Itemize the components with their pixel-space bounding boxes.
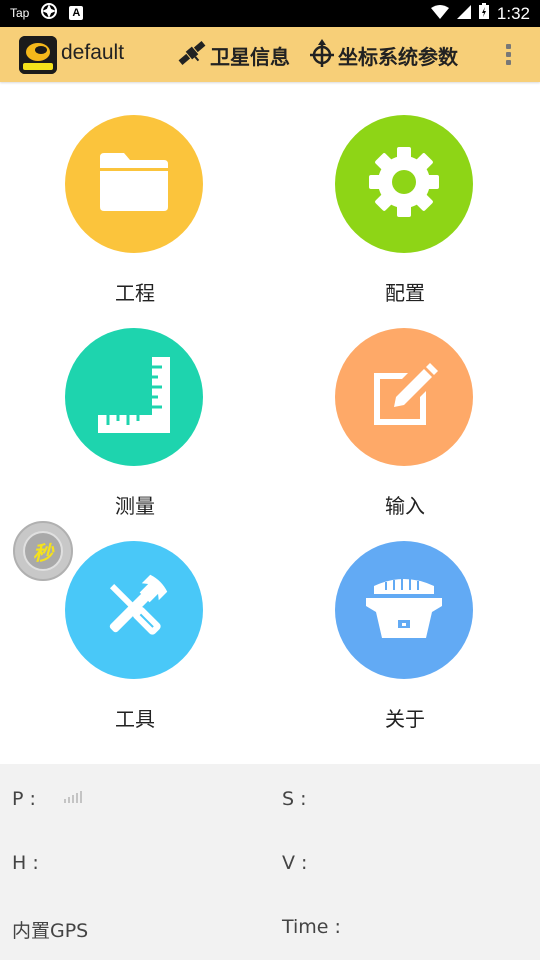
aperture-icon <box>41 3 58 22</box>
coordinate-params-button[interactable]: 坐标系统参数 <box>308 37 458 73</box>
ruler-icon <box>94 355 174 439</box>
p-label: P : <box>12 788 36 810</box>
tile-about-label: 关于 <box>385 707 425 731</box>
coordinate-params-label: 坐标系统参数 <box>338 44 458 69</box>
gnss-receiver-icon <box>364 576 444 644</box>
project-title: default <box>61 41 125 64</box>
status-bar: Tap A 1:32 <box>0 0 540 27</box>
tile-config[interactable]: 配置 <box>270 82 540 305</box>
tile-about-circle <box>335 541 473 679</box>
h-label: H : <box>12 852 39 874</box>
more-vert-icon[interactable] <box>500 41 516 69</box>
s-label: S : <box>282 788 307 810</box>
v-label: V : <box>282 852 308 874</box>
satellite-icon <box>176 37 208 73</box>
app-logo[interactable] <box>19 36 57 74</box>
tools-icon <box>97 571 171 649</box>
status-app-label: Tap <box>10 5 30 20</box>
tile-project[interactable]: 工程 <box>0 82 270 305</box>
status-info-panel: P : S : H : V : 内置GPS Time : <box>0 764 540 960</box>
notification-a-icon: A <box>69 5 84 20</box>
tile-measure-circle <box>65 328 203 466</box>
clock: 1:32 <box>496 3 530 23</box>
crosshair-icon <box>308 37 336 73</box>
app-bar: default 卫星信息 坐标系统参数 <box>0 27 540 82</box>
folder-icon <box>98 151 170 217</box>
floating-quick-button[interactable]: 秒 <box>13 521 73 581</box>
tile-input[interactable]: 输入 <box>270 295 540 518</box>
satellite-info-label: 卫星信息 <box>210 44 290 69</box>
floating-quick-label: 秒 <box>23 531 63 571</box>
wifi-icon <box>430 4 449 24</box>
gear-icon <box>367 145 441 223</box>
tile-measure[interactable]: 测量 <box>0 295 270 518</box>
tile-config-circle <box>335 115 473 253</box>
tile-tools-circle <box>65 541 203 679</box>
satellite-info-button[interactable]: 卫星信息 <box>176 37 290 73</box>
battery-icon <box>478 3 489 24</box>
tile-tools-label: 工具 <box>115 707 155 731</box>
gps-source-label: 内置GPS <box>12 920 89 942</box>
cell-signal-icon <box>456 4 471 24</box>
tile-project-circle <box>65 115 203 253</box>
edit-icon <box>370 361 438 433</box>
signal-bars-icon <box>64 789 82 803</box>
tile-input-circle <box>335 328 473 466</box>
time-label: Time : <box>282 916 341 938</box>
tile-about[interactable]: 关于 <box>270 508 540 731</box>
